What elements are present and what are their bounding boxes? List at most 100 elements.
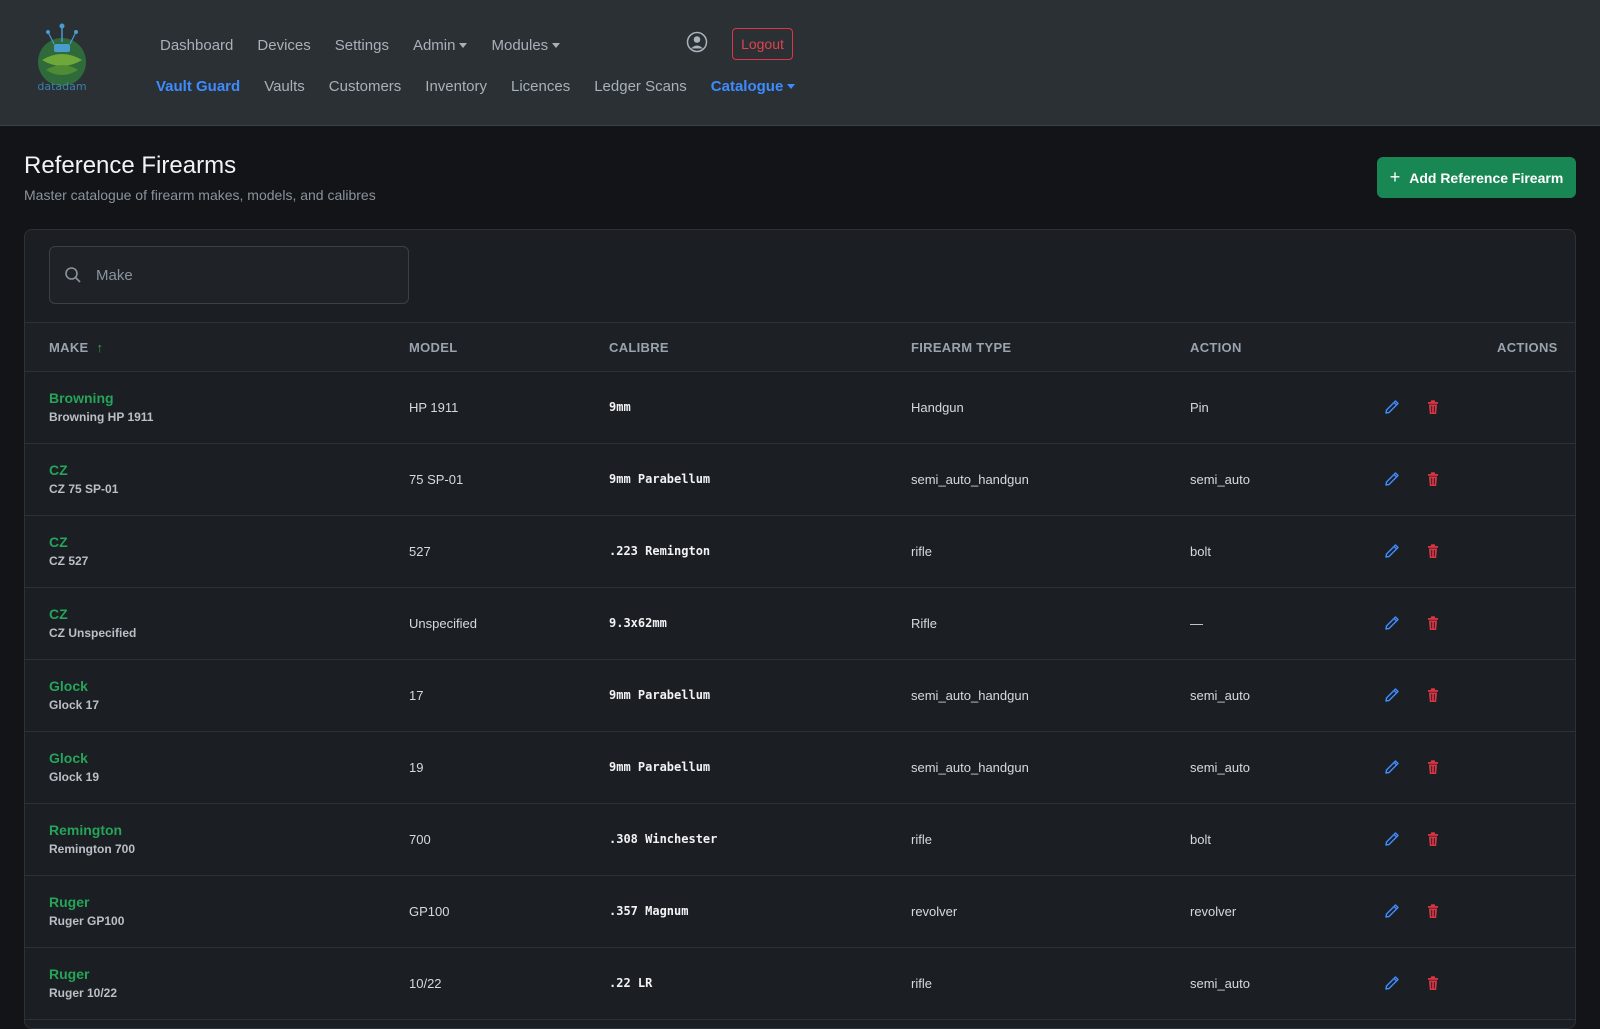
action-cell: —	[1190, 616, 1203, 631]
sort-ascending-icon: ↑	[96, 340, 104, 355]
trash-icon[interactable]	[1425, 543, 1441, 559]
pencil-icon[interactable]	[1384, 471, 1400, 487]
trash-icon[interactable]	[1425, 759, 1441, 775]
column-header-action[interactable]: ACTION	[1190, 340, 1242, 355]
make-link[interactable]: CZ	[49, 606, 68, 622]
nav-inventory[interactable]: Inventory	[425, 78, 487, 95]
nav-devices[interactable]: Devices	[257, 37, 310, 54]
search-input[interactable]	[94, 265, 378, 285]
model-cell: 19	[409, 760, 424, 775]
model-cell: 75 SP-01	[409, 472, 464, 487]
chevron-down-icon	[459, 42, 468, 48]
model-cell: 17	[409, 688, 424, 703]
trash-icon[interactable]	[1425, 831, 1441, 847]
nav-customers[interactable]: Customers	[329, 78, 402, 95]
add-reference-firearm-button[interactable]: + Add Reference Firearm	[1377, 157, 1576, 198]
full-name: Browning HP 1911	[49, 410, 154, 424]
pencil-icon[interactable]	[1384, 399, 1400, 415]
full-name: Glock 19	[49, 770, 100, 784]
calibre-cell: 9mm	[609, 400, 631, 414]
trash-icon[interactable]	[1425, 615, 1441, 631]
action-cell: semi_auto	[1190, 472, 1250, 487]
pencil-icon[interactable]	[1384, 543, 1400, 559]
nav-ledger-scans[interactable]: Ledger Scans	[594, 78, 687, 95]
nav-admin-dropdown[interactable]: Admin	[413, 37, 468, 54]
pencil-icon[interactable]	[1384, 975, 1400, 991]
column-header-actions: ACTIONS	[1497, 340, 1558, 355]
table-row: Ruger Ruger 10/22 10/22 .22 LR rifle semi_aut…	[25, 948, 1575, 1020]
trash-icon[interactable]	[1425, 975, 1441, 991]
firearm-type-cell: semi_auto_handgun	[911, 760, 1029, 775]
table-row: CZ CZ Unspecified Unspecified 9.3x62mm Rifle…	[25, 588, 1575, 660]
firearm-type-cell: semi_auto_handgun	[911, 472, 1029, 487]
search-icon	[65, 267, 81, 283]
pencil-icon[interactable]	[1384, 615, 1400, 631]
make-link[interactable]: Glock	[49, 750, 88, 766]
firearm-type-cell: rifle	[911, 976, 932, 991]
top-navbar: datadam Dashboard Devices Settings Admin…	[0, 0, 1600, 126]
search-box[interactable]	[49, 246, 409, 304]
firearm-type-cell: Handgun	[911, 400, 964, 415]
pencil-icon[interactable]	[1384, 759, 1400, 775]
nav-vaults[interactable]: Vaults	[264, 78, 305, 95]
firearm-type-cell: semi_auto_handgun	[911, 688, 1029, 703]
nav-dashboard[interactable]: Dashboard	[160, 37, 233, 54]
datadam-logo[interactable]: datadam	[34, 22, 94, 94]
trash-icon[interactable]	[1425, 399, 1441, 415]
nav-licences[interactable]: Licences	[511, 78, 570, 95]
user-circle-icon[interactable]	[686, 31, 708, 53]
table-row: Browning Browning HP 1911 HP 1911 9mm Handgu…	[25, 372, 1575, 444]
action-cell: bolt	[1190, 544, 1211, 559]
table-row: Glock Glock 19 19 9mm Parabellum semi_auto_h…	[25, 732, 1575, 804]
action-cell: semi_auto	[1190, 976, 1250, 991]
column-header-firearm-type[interactable]: FIREARM TYPE	[911, 340, 1011, 355]
make-link[interactable]: Ruger	[49, 894, 89, 910]
make-link[interactable]: CZ	[49, 534, 68, 550]
calibre-cell: 9mm Parabellum	[609, 688, 711, 702]
calibre-cell: 9mm Parabellum	[609, 760, 711, 774]
full-name: Ruger 10/22	[49, 986, 118, 1000]
nav-vault-guard[interactable]: Vault Guard	[156, 78, 240, 95]
page-subtitle: Master catalogue of firearm makes, model…	[24, 187, 376, 203]
firearm-type-cell: Rifle	[911, 616, 938, 631]
chevron-down-icon	[787, 83, 796, 89]
logout-button[interactable]: Logout	[732, 28, 793, 60]
pencil-icon[interactable]	[1384, 831, 1400, 847]
nav-modules-dropdown[interactable]: Modules	[491, 37, 561, 54]
model-cell: GP100	[409, 904, 450, 919]
model-cell: 700	[409, 832, 431, 847]
calibre-cell: .22 LR	[609, 976, 653, 990]
firearms-table-card: MAKE↑ MODEL CALIBRE FIREARM TYPE ACTION …	[24, 229, 1576, 1029]
table-row: Glock Glock 17 17 9mm Parabellum semi_auto_h…	[25, 660, 1575, 732]
calibre-cell: 9.3x62mm	[609, 616, 667, 630]
trash-icon[interactable]	[1425, 687, 1441, 703]
firearm-type-cell: rifle	[911, 544, 932, 559]
calibre-cell: 9mm Parabellum	[609, 472, 711, 486]
make-link[interactable]: Ruger	[49, 966, 89, 982]
model-cell: HP 1911	[409, 400, 459, 415]
action-cell: semi_auto	[1190, 688, 1250, 703]
plus-icon: +	[1389, 167, 1401, 187]
action-cell: bolt	[1190, 832, 1211, 847]
primary-nav: Dashboard Devices Settings Admin Modules	[160, 33, 584, 57]
column-header-calibre[interactable]: CALIBRE	[609, 340, 669, 355]
make-link[interactable]: Glock	[49, 678, 88, 694]
make-link[interactable]: Browning	[49, 390, 114, 406]
pencil-icon[interactable]	[1384, 903, 1400, 919]
column-header-model[interactable]: MODEL	[409, 340, 457, 355]
table-row: CZ CZ 75 SP-01 75 SP-01 9mm Parabellum semi_…	[25, 444, 1575, 516]
calibre-cell: .308 Winchester	[609, 832, 718, 846]
nav-settings[interactable]: Settings	[335, 37, 389, 54]
calibre-cell: .357 Magnum	[609, 904, 689, 918]
make-link[interactable]: Remington	[49, 822, 122, 838]
nav-catalogue-dropdown[interactable]: Catalogue	[711, 78, 796, 95]
pencil-icon[interactable]	[1384, 687, 1400, 703]
full-name: Remington 700	[49, 842, 136, 856]
add-button-label: Add Reference Firearm	[1409, 169, 1564, 186]
table-row: Ruger Ruger GP100 GP100 .357 Magnum revolver…	[25, 876, 1575, 948]
trash-icon[interactable]	[1425, 471, 1441, 487]
column-header-make[interactable]: MAKE ↑	[49, 340, 103, 355]
trash-icon[interactable]	[1425, 903, 1441, 919]
table-row: CZ CZ 527 527 .223 Remington rifle bolt	[25, 516, 1575, 588]
make-link[interactable]: CZ	[49, 462, 68, 478]
